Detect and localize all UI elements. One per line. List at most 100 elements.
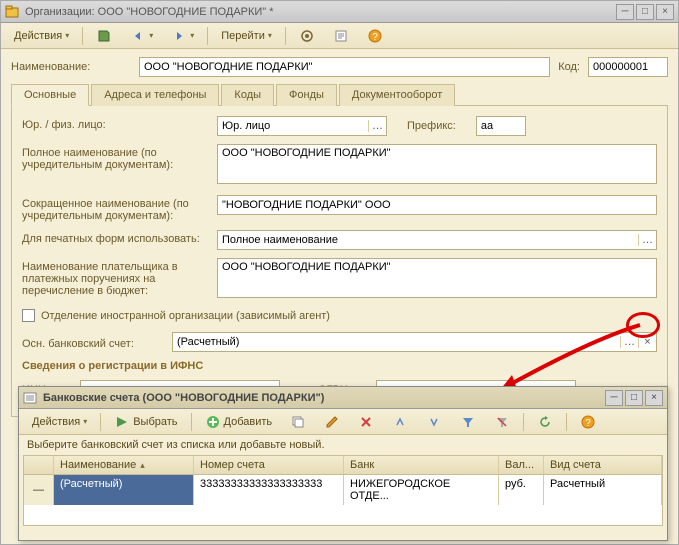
help-button[interactable]: ? [360,25,390,47]
child-window-title: Банковские счета (ООО "НОВОГОДНИЕ ПОДАРК… [43,392,324,404]
cell-type: Расчетный [544,475,662,505]
ellipsis-icon[interactable]: … [368,120,386,132]
ellipsis-button[interactable]: … [620,336,638,348]
add-button[interactable]: Добавить [198,411,280,433]
name-label: Наименование: [11,61,131,73]
save-icon-button[interactable] [89,25,119,47]
fullname-label: Полное наименование (по учредительным до… [22,144,207,171]
main-window-title: Организации: ООО "НОВОГОДНИЕ ПОДАРКИ" * [25,6,274,18]
tabs: Основные Адреса и телефоны Коды Фонды До… [11,83,668,106]
col-name-label: Наименование [60,459,136,471]
yurfiz-label: Юр. / физ. лицо: [22,116,207,131]
clear-button[interactable]: × [638,336,656,348]
foreign-branch-label: Отделение иностранной организации (завис… [41,310,330,322]
chevron-down-icon: ▾ [65,31,69,40]
svg-text:?: ? [585,418,591,429]
tab-funds[interactable]: Фонды [276,84,337,106]
edit-button[interactable] [317,411,347,433]
select-button[interactable]: Выбрать [107,411,184,433]
row-marker-icon: — [24,475,54,505]
child-minimize-button[interactable]: ─ [605,390,623,406]
list-icon [23,391,37,405]
shortname-label: Сокращенное наименование (по учредительн… [22,195,207,222]
settings-button[interactable] [292,25,322,47]
child-title-bar: Банковские счета (ООО "НОВОГОДНИЕ ПОДАРК… [19,387,667,409]
shortname-input[interactable] [217,195,657,215]
chevron-down-icon: ▾ [149,31,153,40]
main-toolbar: Действия ▾ ▾ ▾ Перейти ▾ ? [1,23,678,49]
tab-codes[interactable]: Коды [221,84,274,106]
refresh-icon [537,414,553,430]
add-icon [205,414,221,430]
payer-input[interactable] [217,258,657,298]
payer-label: Наименование плательщика в платежных пор… [22,258,207,297]
save-icon [96,28,112,44]
minimize-button[interactable]: ─ [616,4,634,20]
arrow-left-icon [130,28,146,44]
col-bank[interactable]: Банк [344,456,499,474]
yurfiz-value[interactable] [218,118,368,134]
tab-addresses[interactable]: Адреса и телефоны [91,84,219,106]
yurfiz-select[interactable]: … [217,116,387,136]
printform-select[interactable]: … [217,230,657,250]
close-button[interactable]: × [656,4,674,20]
filter-off-button[interactable] [487,411,517,433]
col-marker[interactable] [24,456,54,474]
child-actions-menu[interactable]: Действия ▾ [25,413,94,431]
gear-icon [299,28,315,44]
tab-main[interactable]: Основные [11,84,89,106]
prefix-label: Префикс: [407,120,456,132]
copy-icon [290,414,306,430]
goto-menu[interactable]: Перейти ▾ [214,27,279,45]
select-icon [114,414,130,430]
col-account[interactable]: Номер счета [194,456,344,474]
printform-label: Для печатных форм использовать: [22,230,207,245]
col-type[interactable]: Вид счета [544,456,662,474]
actions-menu[interactable]: Действия ▾ [7,27,76,45]
arrow-right-icon [171,28,187,44]
filter-button[interactable] [453,411,483,433]
code-label: Код: [558,61,580,73]
child-help-button[interactable]: ? [573,411,603,433]
child-maximize-button[interactable]: □ [625,390,643,406]
grid-blank [24,505,662,525]
copy-button[interactable] [283,411,313,433]
main-content: Наименование: Код: Основные Адреса и тел… [1,49,678,425]
forward-button[interactable]: ▾ [164,25,201,47]
refresh-button[interactable] [530,411,560,433]
table-row[interactable]: — (Расчетный) 33333333333333333333 НИЖЕГ… [24,475,662,505]
delete-button[interactable] [351,411,381,433]
name-input[interactable] [139,57,550,77]
child-window: Банковские счета (ООО "НОВОГОДНИЕ ПОДАРК… [18,386,668,541]
movedown-button[interactable] [419,411,449,433]
sort-desc-icon [426,414,442,430]
chevron-down-icon: ▾ [190,31,194,40]
tab-docflow[interactable]: Документооборот [339,84,455,106]
goto-label: Перейти [221,30,265,42]
bankaccount-select[interactable]: … × [172,332,657,352]
bankaccount-value[interactable] [173,334,620,350]
report-button[interactable] [326,25,356,47]
add-label: Добавить [224,416,273,428]
main-title-bar: Организации: ООО "НОВОГОДНИЕ ПОДАРКИ" * … [1,1,678,23]
filter-icon [460,414,476,430]
prefix-input[interactable] [476,116,526,136]
cell-name: (Расчетный) [54,475,194,505]
maximize-button[interactable]: □ [636,4,654,20]
back-button[interactable]: ▾ [123,25,160,47]
cell-account: 33333333333333333333 [194,475,344,505]
cell-bank: НИЖЕГОРОДСКОЕ ОТДЕ... [344,475,499,505]
report-icon [333,28,349,44]
fullname-input[interactable] [217,144,657,184]
child-actions-label: Действия [32,416,80,428]
actions-label: Действия [14,30,62,42]
moveup-button[interactable] [385,411,415,433]
col-name[interactable]: Наименование ▴ [54,456,194,474]
col-currency[interactable]: Вал... [499,456,544,474]
code-input[interactable] [588,57,668,77]
select-label: Выбрать [133,416,177,428]
ellipsis-icon[interactable]: … [638,234,656,246]
child-close-button[interactable]: × [645,390,663,406]
foreign-branch-checkbox[interactable] [22,309,35,322]
printform-value[interactable] [218,232,638,248]
